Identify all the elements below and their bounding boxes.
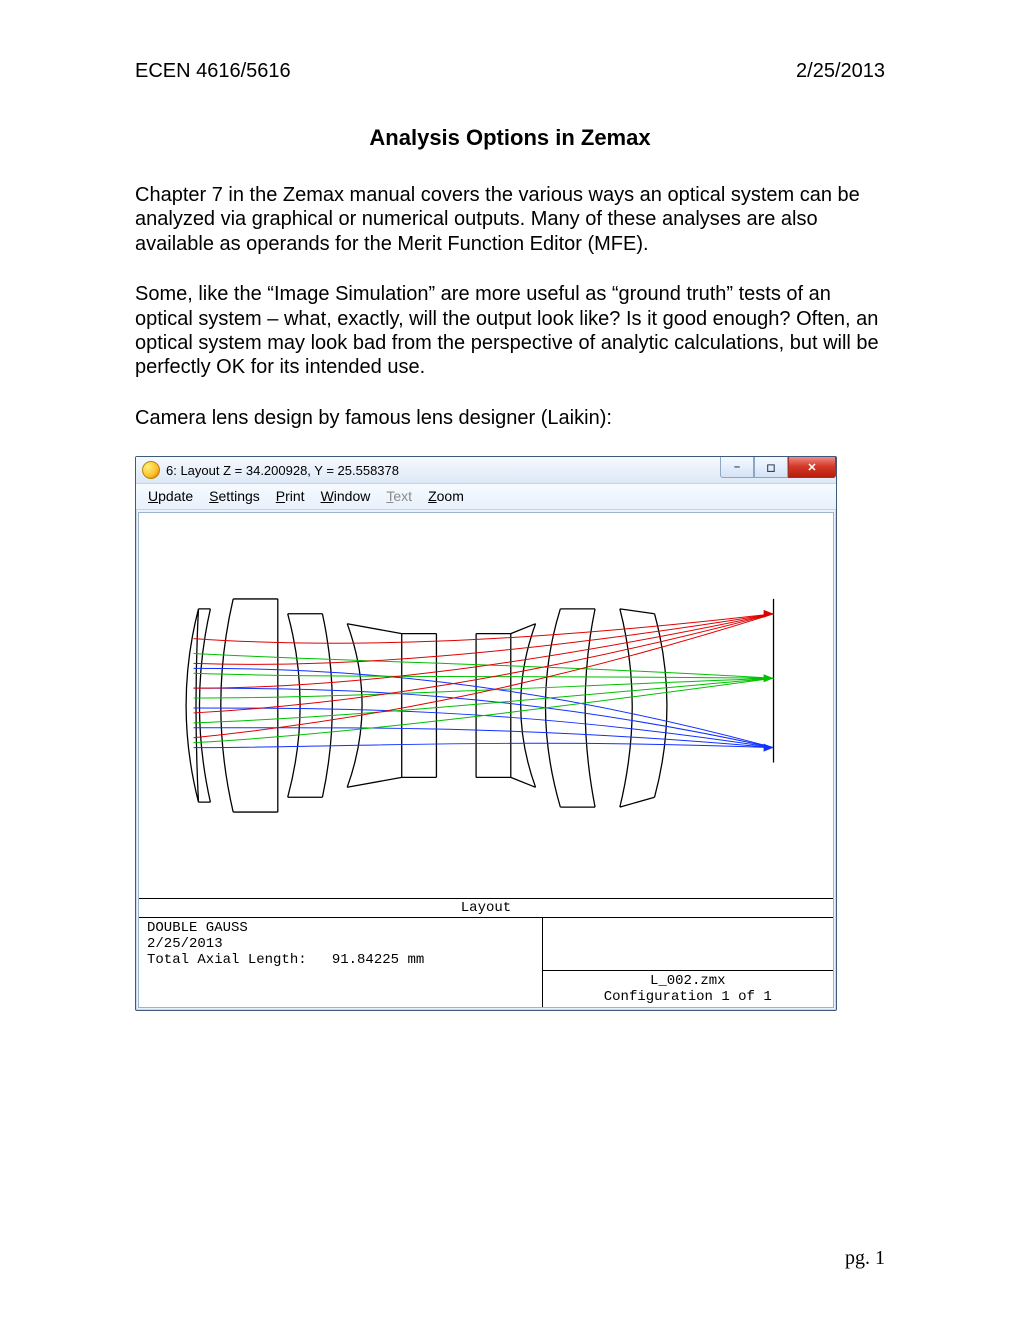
layout-info-right-bottom: L_002.zmx Configuration 1 of 1 [542,970,833,1007]
layout-label: Layout [139,898,833,917]
focus-arrows [764,610,774,752]
zemax-layout-window: 6: Layout Z = 34.200928, Y = 25.558378 –… [135,456,837,1011]
maximize-button[interactable]: ◻ [754,457,788,478]
menu-window[interactable]: Window [321,488,371,504]
app-icon [142,461,160,479]
lens-layout-diagram [139,513,833,898]
paragraph-2: Some, like the “Image Simulation” are mo… [135,282,885,380]
menu-update[interactable]: Update [148,488,193,504]
layout-info-left: DOUBLE GAUSS 2/25/2013 Total Axial Lengt… [139,917,542,970]
menu-print[interactable]: Print [276,488,305,504]
menu-settings[interactable]: Settings [209,488,260,504]
minimize-button[interactable]: – [720,457,754,478]
paragraph-1: Chapter 7 in the Zemax manual covers the… [135,183,885,256]
ray-fan-mid [194,654,774,743]
menubar: Update Settings Print Window Text Zoom [136,484,836,510]
window-titlebar[interactable]: 6: Layout Z = 34.200928, Y = 25.558378 –… [136,457,836,484]
window-title: 6: Layout Z = 34.200928, Y = 25.558378 [166,463,720,478]
header-course: ECEN 4616/5616 [135,60,291,83]
lens-elements [186,599,773,812]
close-button[interactable]: ✕ [788,457,836,478]
page-number: pg. 1 [845,1247,885,1270]
layout-plot-area: Layout DOUBLE GAUSS 2/25/2013 Total Axia… [138,512,834,1008]
ray-fan-axial [194,668,774,747]
menu-zoom[interactable]: Zoom [428,488,464,504]
menu-text[interactable]: Text [386,488,412,504]
page-title: Analysis Options in Zemax [135,125,885,151]
layout-info-right-top [542,917,833,970]
paragraph-3: Camera lens design by famous lens design… [135,406,885,430]
header-date: 2/25/2013 [796,60,885,83]
